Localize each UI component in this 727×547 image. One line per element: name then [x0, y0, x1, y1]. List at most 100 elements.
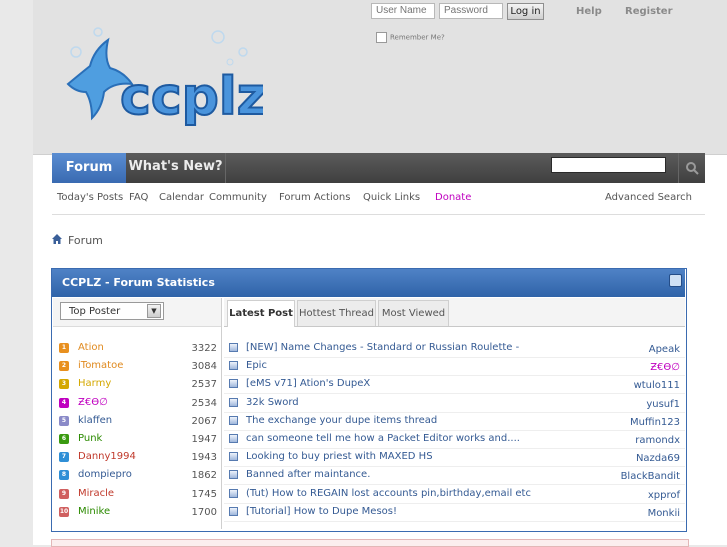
remember-me[interactable]: Remember Me?	[376, 32, 445, 43]
poster-name[interactable]: Danny1994	[78, 451, 136, 462]
thread-title-link[interactable]: Epic	[246, 360, 267, 371]
rank-badge: 4	[59, 397, 69, 408]
rank-badge: 10	[59, 506, 69, 517]
row-divider	[224, 448, 685, 449]
row-divider	[224, 375, 685, 377]
poster-name[interactable]: Ƶ€Ɵ∅	[78, 397, 108, 408]
subnav-quick-links[interactable]: Quick Links	[363, 192, 420, 203]
register-link[interactable]: Register	[625, 6, 673, 17]
home-icon[interactable]	[51, 233, 63, 245]
poster-name[interactable]: iTomatoe	[78, 360, 123, 371]
rank-badge: 7	[59, 452, 69, 463]
search-icon	[686, 162, 699, 175]
row-divider	[224, 502, 685, 504]
thread-user-link[interactable]: wtulo111	[540, 380, 680, 391]
thread-user-link[interactable]: yusuf1	[540, 399, 680, 410]
thread-title-link[interactable]: The exchange your dupe items thread	[246, 415, 437, 426]
subnav-donate[interactable]: Donate	[435, 192, 471, 203]
subnav-community[interactable]: Community	[209, 192, 267, 203]
poster-count: 2067	[191, 415, 217, 427]
poster-count: 1943	[191, 452, 217, 464]
thread-user-link[interactable]: Muffin123	[540, 417, 680, 428]
site-logo[interactable]: ccplz	[58, 22, 263, 137]
row-divider	[224, 484, 685, 486]
thread-user-link[interactable]: BlackBandit	[540, 471, 680, 482]
password-input[interactable]	[439, 3, 503, 19]
row-divider	[224, 411, 685, 413]
thread-user-link[interactable]: Nazda69	[540, 453, 680, 464]
thread-icon	[229, 361, 238, 371]
row-divider	[224, 466, 685, 468]
thread-title-link[interactable]: [NEW] Name Changes - Standard or Russian…	[246, 342, 519, 353]
search-button[interactable]	[678, 153, 706, 183]
thread-title-link[interactable]: can someone tell me how a Packet Editor …	[246, 433, 520, 444]
thread-icon	[229, 452, 238, 462]
thread-icon	[229, 343, 238, 352]
poster-name[interactable]: Punk	[78, 433, 102, 444]
notice-strip	[51, 539, 689, 547]
thread-title-link[interactable]: 32k Sword	[246, 397, 299, 408]
poster-count: 1862	[191, 470, 217, 482]
thread-icon	[229, 379, 238, 389]
logo-text: ccplz	[120, 67, 263, 127]
poster-count: 3322	[191, 343, 217, 354]
block-title: CCPLZ - Forum Statistics	[62, 276, 215, 289]
advanced-search-link[interactable]: Advanced Search	[605, 192, 692, 203]
tab-latest-post[interactable]: Latest Post	[227, 300, 295, 327]
thread-title-link[interactable]: [Tutorial] How to Dupe Mesos!	[246, 506, 397, 517]
thread-user-link[interactable]: Monkii	[540, 508, 680, 519]
row-divider	[224, 393, 685, 395]
thread-icon	[229, 397, 238, 407]
breadcrumb[interactable]: Forum	[68, 234, 103, 247]
row-divider	[224, 357, 685, 358]
row-divider	[224, 520, 685, 522]
login-button[interactable]: Log in	[507, 3, 544, 20]
row-divider	[224, 429, 685, 431]
sub-navbar: Today's Posts FAQ Calendar Community For…	[52, 183, 705, 215]
subnav-todays-posts[interactable]: Today's Posts	[57, 192, 123, 203]
collapse-icon[interactable]	[669, 274, 682, 287]
tab-whats-new[interactable]: What's New?	[126, 153, 226, 183]
poster-count: 1700	[191, 506, 217, 518]
poster-name[interactable]: Ation	[78, 342, 104, 353]
remember-checkbox[interactable]	[376, 32, 387, 43]
thread-user-link[interactable]: Ƶ€Ɵ∅	[540, 362, 680, 373]
thread-title-link[interactable]: Looking to buy priest with MAXED HS	[246, 451, 433, 462]
subnav-faq[interactable]: FAQ	[129, 192, 148, 203]
tab-hottest-thread[interactable]: Hottest Thread	[297, 300, 376, 326]
thread-user-link[interactable]: Apeak	[540, 344, 680, 355]
thread-title-link[interactable]: Banned after maintance.	[246, 469, 370, 480]
username-input[interactable]	[371, 3, 435, 19]
poster-name[interactable]: klaffen	[78, 415, 112, 426]
poster-name[interactable]: Miracle	[78, 488, 114, 499]
tab-forum[interactable]: Forum	[52, 153, 126, 184]
thread-icon	[229, 470, 238, 480]
rank-badge: 3	[59, 379, 69, 390]
subnav-calendar[interactable]: Calendar	[159, 192, 204, 203]
poster-count: 1745	[191, 488, 217, 500]
thread-icon	[229, 434, 238, 443]
rank-badge: 8	[59, 470, 69, 481]
poster-name[interactable]: Minike	[78, 506, 110, 517]
thread-user-link[interactable]: ramondx	[540, 435, 680, 446]
thread-icon	[229, 506, 238, 516]
remember-label: Remember Me?	[390, 33, 445, 42]
rank-badge: 5	[59, 415, 69, 426]
poster-count: 2537	[191, 379, 217, 391]
poster-name[interactable]: Harmy	[78, 378, 111, 389]
thread-title-link[interactable]: (Tut) How to REGAIN lost accounts pin,bi…	[246, 488, 531, 499]
rank-badge: 1	[59, 343, 69, 353]
chevron-down-icon[interactable]: ▼	[147, 304, 161, 318]
search-input[interactable]	[551, 157, 666, 173]
poster-count: 3084	[191, 361, 217, 373]
poster-name[interactable]: dompiepro	[78, 469, 132, 480]
poster-count: 1947	[191, 434, 217, 445]
thread-user-link[interactable]: xpprof	[540, 490, 680, 501]
rank-badge: 6	[59, 434, 69, 444]
tab-most-viewed[interactable]: Most Viewed	[378, 300, 449, 326]
thread-title-link[interactable]: [eMS v71] Ation's DupeX	[246, 378, 370, 389]
thread-icon	[229, 488, 238, 498]
help-link[interactable]: Help	[576, 6, 602, 17]
thread-icon	[229, 415, 238, 425]
subnav-forum-actions[interactable]: Forum Actions	[279, 192, 350, 203]
